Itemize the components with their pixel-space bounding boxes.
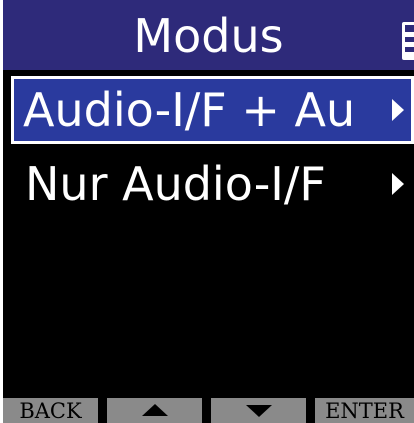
menu-item-audio-if-plus-recorder[interactable]: Audio-I/F + Au <box>11 76 414 144</box>
menu-item-label: Audio-I/F + Au <box>23 83 356 137</box>
chevron-right-icon <box>392 99 404 121</box>
up-button[interactable] <box>107 398 202 423</box>
mode-menu: Audio-I/F + Au Nur Audio-I/F <box>3 76 414 224</box>
chevron-right-icon <box>392 173 404 195</box>
device-screen: Modus Audio-I/F + Au Nur Audio-I/F BACK … <box>3 0 414 423</box>
battery-icon <box>402 22 414 60</box>
page-title: Modus <box>133 9 284 63</box>
enter-button[interactable]: ENTER <box>315 398 414 423</box>
header-bar: Modus <box>3 0 414 70</box>
down-arrow-icon <box>246 405 272 417</box>
menu-item-label: Nur Audio-I/F <box>25 157 326 211</box>
footer-buttons: BACK ENTER <box>3 398 414 423</box>
up-arrow-icon <box>142 404 168 416</box>
back-button[interactable]: BACK <box>3 398 98 423</box>
down-button[interactable] <box>211 398 306 423</box>
menu-item-audio-if-only[interactable]: Nur Audio-I/F <box>3 150 414 218</box>
